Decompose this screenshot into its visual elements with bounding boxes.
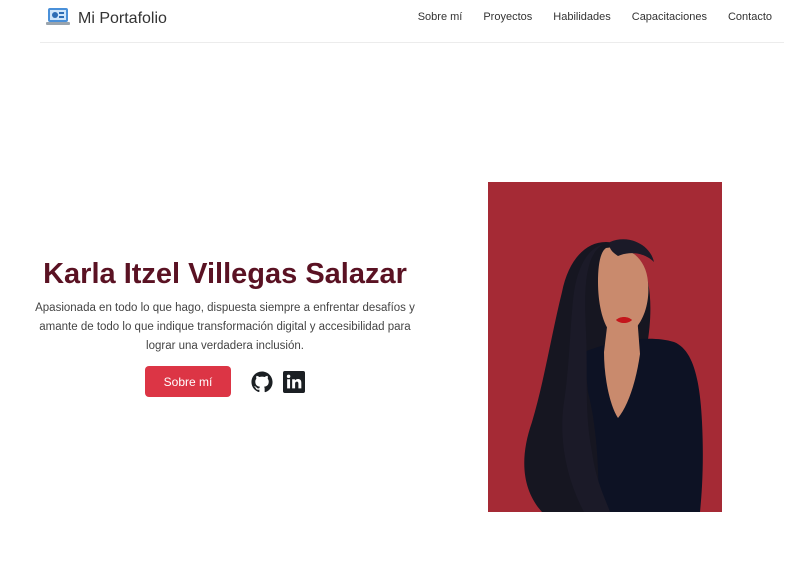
nav-link-capacitaciones[interactable]: Capacitaciones <box>632 11 707 23</box>
navbar: Mi Portafolio Sobre mí Proyectos Habilid… <box>40 0 784 43</box>
hero-actions: Sobre mí <box>30 366 420 397</box>
nav-links: Sobre mí Proyectos Habilidades Capacitac… <box>418 11 772 23</box>
brand-title: Mi Portafolio <box>78 10 167 27</box>
nav-link-sobre-mi[interactable]: Sobre mí <box>418 11 463 23</box>
nav-link-proyectos[interactable]: Proyectos <box>483 11 532 23</box>
social-links <box>251 370 305 393</box>
nav-link-contacto[interactable]: Contacto <box>728 11 772 23</box>
nav-link-habilidades[interactable]: Habilidades <box>553 11 610 23</box>
brand-link[interactable]: Mi Portafolio <box>46 6 167 32</box>
portrait-illustration <box>488 182 722 512</box>
hero-description: Apasionada en todo lo que hago, dispuest… <box>35 302 415 352</box>
hero-name: Karla Itzel Villegas Salazar <box>43 258 407 290</box>
linkedin-icon[interactable] <box>283 370 305 393</box>
laptop-icon <box>46 6 70 33</box>
about-me-button[interactable]: Sobre mí <box>145 366 231 397</box>
hero-section: Karla Itzel Villegas Salazar Apasionada … <box>30 258 420 397</box>
github-icon[interactable] <box>251 370 273 393</box>
